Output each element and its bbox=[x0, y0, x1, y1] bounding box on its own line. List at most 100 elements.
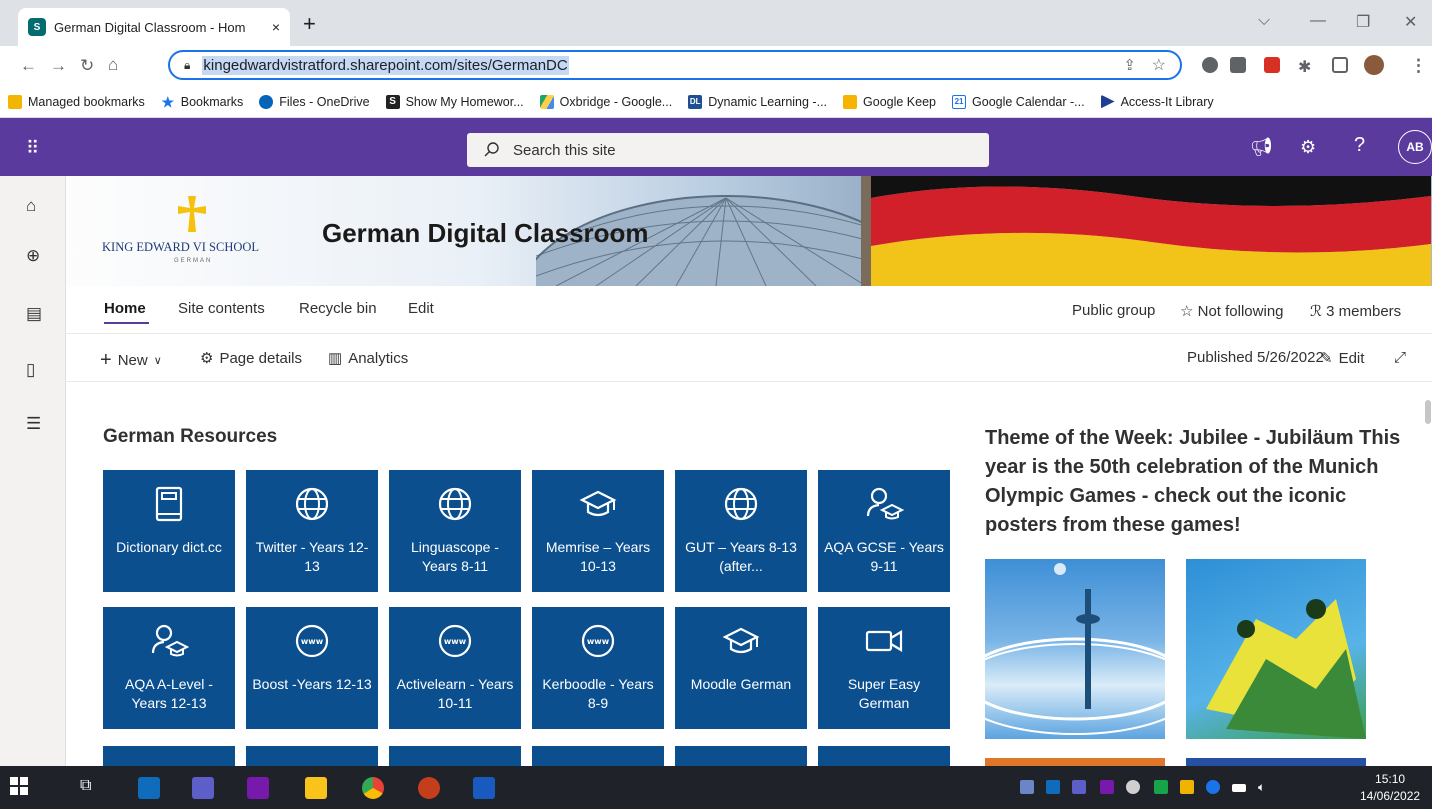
star-icon: ★ bbox=[161, 93, 175, 110]
system-clock[interactable]: 15:10 14/06/2022 bbox=[1360, 771, 1420, 805]
members-label: 3 members bbox=[1326, 303, 1402, 320]
battery-icon[interactable] bbox=[1232, 784, 1246, 792]
quick-link-tile[interactable]: www Activelearn - Years 10-11 bbox=[389, 607, 521, 729]
forward-icon[interactable]: → bbox=[50, 56, 67, 76]
bookmark-google-calendar[interactable]: 21 Google Calendar -... bbox=[952, 94, 1085, 109]
bookmark-bookmarks[interactable]: ★ Bookmarks bbox=[161, 93, 243, 110]
app-bar: ⌂ ⊕ ▤ ▯ ☰ bbox=[0, 176, 66, 766]
folder-icon bbox=[8, 94, 22, 109]
bluetooth-icon[interactable] bbox=[1206, 780, 1220, 794]
quick-link-tile[interactable]: Moodle German bbox=[675, 607, 807, 729]
tray-status-icon[interactable] bbox=[1126, 780, 1140, 794]
outlook-icon[interactable] bbox=[138, 777, 160, 799]
quick-link-tile[interactable]: www Kerboodle - Years 8-9 bbox=[532, 607, 664, 729]
onenote-icon[interactable] bbox=[247, 777, 269, 799]
extension-square-icon[interactable] bbox=[1230, 57, 1246, 73]
tray-planner-icon[interactable] bbox=[1154, 780, 1168, 794]
bookmark-access-it[interactable]: Access-It Library bbox=[1100, 94, 1214, 109]
document-icon[interactable]: ▯ bbox=[26, 360, 35, 380]
tray-security-icon[interactable] bbox=[1180, 780, 1194, 794]
app-launcher-icon[interactable]: ⠿ bbox=[26, 138, 39, 159]
lock-icon[interactable]: 🔒︎ bbox=[184, 58, 190, 73]
tray-teams-icon[interactable] bbox=[1072, 780, 1086, 794]
site-navigation: Home Site contents Recycle bin Edit Publ… bbox=[66, 286, 1432, 334]
quick-link-tile[interactable]: Memrise – Years 10-13 bbox=[532, 470, 664, 592]
bookmark-google-keep[interactable]: Google Keep bbox=[843, 94, 937, 109]
minimize-icon[interactable]: — bbox=[1310, 12, 1326, 30]
quick-link-tile[interactable]: AQA A-Level - Years 12-13 bbox=[103, 607, 235, 729]
bookmark-onedrive[interactable]: Files - OneDrive bbox=[259, 94, 370, 109]
tray-app-icon[interactable] bbox=[1020, 780, 1034, 794]
close-window-icon[interactable]: ✕ bbox=[1404, 12, 1417, 32]
globe-icon[interactable]: ⊕ bbox=[26, 246, 40, 266]
powerpoint-icon[interactable] bbox=[418, 777, 440, 799]
chrome-icon[interactable] bbox=[362, 777, 384, 799]
edit-page-button[interactable]: ✎ Edit bbox=[1320, 349, 1364, 368]
site-title[interactable]: German Digital Classroom bbox=[322, 218, 649, 249]
teams-icon[interactable] bbox=[192, 777, 214, 799]
tab-title: German Digital Classroom - Hom bbox=[54, 19, 246, 35]
file-explorer-icon[interactable] bbox=[305, 777, 327, 799]
settings-gear-icon[interactable]: ⚙ bbox=[1300, 137, 1316, 158]
bookmark-managed[interactable]: Managed bookmarks bbox=[8, 94, 145, 109]
task-view-icon[interactable]: ⧉ bbox=[80, 777, 102, 799]
profile-avatar-icon[interactable] bbox=[1364, 55, 1384, 75]
smhw-icon: S bbox=[385, 94, 400, 109]
nav-site-contents[interactable]: Site contents bbox=[178, 300, 265, 317]
pdf-extension-icon[interactable] bbox=[1264, 57, 1280, 73]
quick-link-tile[interactable]: www Boost -Years 12-13 bbox=[246, 607, 378, 729]
quick-link-tile[interactable]: Linguascope - Years 8-11 bbox=[389, 470, 521, 592]
bookmark-oxbridge[interactable]: Oxbridge - Google... bbox=[539, 94, 672, 109]
word-icon[interactable] bbox=[473, 777, 495, 799]
tray-onenote-icon[interactable] bbox=[1100, 780, 1114, 794]
user-avatar[interactable]: AB bbox=[1398, 130, 1432, 164]
quick-link-tile[interactable]: Super Easy German bbox=[818, 607, 950, 729]
volume-icon[interactable]: 🔈︎ bbox=[1258, 780, 1272, 794]
home-icon[interactable]: ⌂ bbox=[26, 196, 36, 216]
news-icon[interactable]: ▤ bbox=[26, 304, 42, 324]
side-panel-icon[interactable] bbox=[1332, 57, 1348, 73]
new-tab-button[interactable]: + bbox=[303, 13, 316, 35]
page-details-button[interactable]: ⚙ Page details bbox=[200, 349, 302, 368]
tray-outlook-icon[interactable] bbox=[1046, 780, 1060, 794]
members-button[interactable]: ℛ 3 members bbox=[1310, 302, 1401, 320]
reload-icon[interactable]: ↻ bbox=[80, 56, 94, 76]
quick-link-tile[interactable]: Twitter - Years 12-13 bbox=[246, 470, 378, 592]
windows-start-icon[interactable] bbox=[10, 777, 32, 799]
megaphone-icon[interactable]: 📢︎ bbox=[1250, 137, 1273, 158]
new-label: New bbox=[117, 352, 148, 369]
quick-link-tile[interactable]: GUT – Years 8-13 (after... bbox=[675, 470, 807, 592]
quick-link-tile[interactable]: AQA GCSE - Years 9-11 bbox=[818, 470, 950, 592]
new-button[interactable]: + New ∨ bbox=[100, 349, 162, 372]
olympic-poster-tower-image[interactable] bbox=[985, 559, 1165, 739]
bookmark-label: Google Keep bbox=[863, 94, 937, 109]
bookmark-dynamic-learning[interactable]: DL Dynamic Learning -... bbox=[688, 94, 827, 109]
browser-menu-icon[interactable]: ⋮ bbox=[1410, 56, 1427, 76]
lists-icon[interactable]: ☰ bbox=[26, 414, 41, 434]
nav-recycle-bin[interactable]: Recycle bin bbox=[299, 300, 377, 317]
expand-icon[interactable]: ⤢ bbox=[1394, 349, 1406, 366]
site-search-box[interactable]: Search this site bbox=[467, 133, 989, 167]
browser-tab[interactable]: S German Digital Classroom - Hom × bbox=[18, 8, 290, 46]
tab-search-chevron-icon[interactable]: ⌵ bbox=[1258, 12, 1270, 30]
page-scrollbar[interactable] bbox=[1424, 384, 1432, 766]
close-tab-icon[interactable]: × bbox=[272, 19, 280, 35]
home-icon[interactable]: ⌂ bbox=[108, 55, 118, 75]
analytics-button[interactable]: ▥ Analytics bbox=[328, 349, 408, 368]
scrollbar-thumb[interactable] bbox=[1425, 400, 1431, 424]
extensions-puzzle-icon[interactable]: ✱ bbox=[1298, 57, 1314, 76]
bookmark-show-my-homework[interactable]: S Show My Homewor... bbox=[385, 94, 524, 109]
nav-home[interactable]: Home bbox=[104, 300, 146, 317]
extension-circle-icon[interactable] bbox=[1202, 57, 1218, 73]
help-icon[interactable]: ? bbox=[1354, 134, 1365, 157]
bookmark-star-icon[interactable]: ☆ bbox=[1152, 55, 1166, 75]
quick-link-tile[interactable]: Dictionary dict.cc bbox=[103, 470, 235, 592]
olympic-poster-football-image[interactable] bbox=[1186, 559, 1366, 739]
browser-tab-strip: S German Digital Classroom - Hom × + ⌵ —… bbox=[0, 0, 1432, 46]
address-bar[interactable]: 🔒︎ kingedwardvistratford.sharepoint.com/… bbox=[168, 50, 1182, 80]
back-icon[interactable]: ← bbox=[20, 56, 37, 76]
follow-button[interactable]: ☆ Not following bbox=[1180, 302, 1284, 320]
share-icon[interactable]: ⇪ bbox=[1123, 56, 1136, 74]
restore-icon[interactable]: ❐ bbox=[1356, 12, 1370, 32]
nav-edit[interactable]: Edit bbox=[408, 300, 434, 317]
